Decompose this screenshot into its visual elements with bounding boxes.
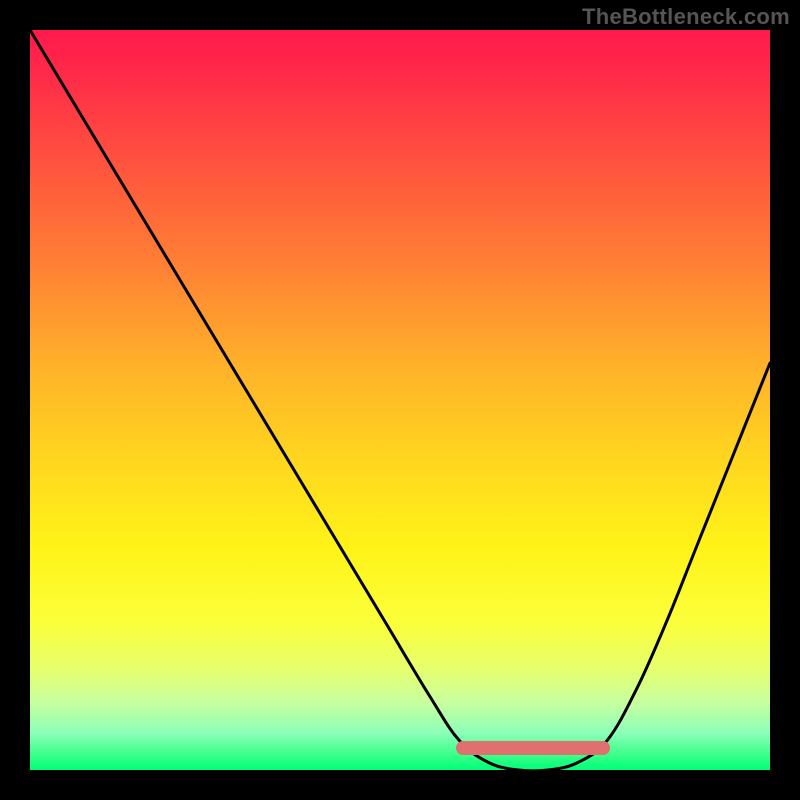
curve-path [30, 30, 770, 770]
optimal-range-dot-left [456, 741, 470, 755]
chart-frame: TheBottleneck.com [0, 0, 800, 800]
watermark-text: TheBottleneck.com [582, 4, 790, 30]
optimal-range-marker [459, 741, 607, 755]
plot-area [30, 30, 770, 770]
bottleneck-curve [30, 30, 770, 770]
